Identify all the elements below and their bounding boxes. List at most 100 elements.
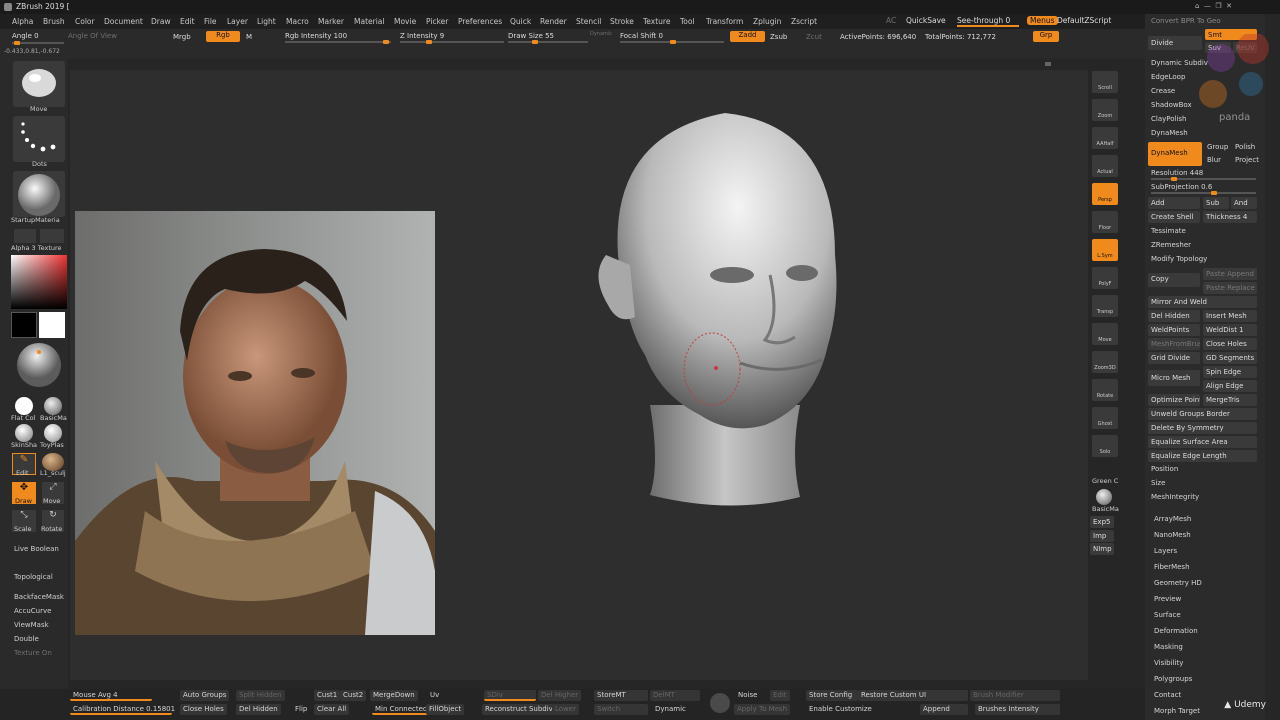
cust2-button[interactable]: Cust2 [340, 690, 367, 701]
del-hidden-bottom-button[interactable]: Del Hidden [236, 704, 281, 715]
calibration-distance-slider[interactable]: Calibration Distance 0.15801 [70, 704, 175, 715]
focal-shift-label[interactable]: Focal Shift 0 [620, 32, 663, 40]
ghost-button[interactable]: Ghost [1092, 407, 1118, 429]
weldpoints-button[interactable]: WeldPoints [1148, 324, 1200, 336]
menu-alpha[interactable]: Alpha [12, 17, 33, 26]
crease-header[interactable]: Crease [1151, 87, 1175, 95]
subpalette-polygroups[interactable]: Polygroups [1154, 675, 1192, 683]
angle-of-view-label[interactable]: Angle Of View [68, 32, 117, 40]
zsub-button[interactable]: Zsub [770, 33, 787, 41]
mrgb-button[interactable]: Mrgb [173, 33, 191, 41]
clear-all-button[interactable]: Clear All [314, 704, 350, 715]
append-button[interactable]: Append [920, 704, 968, 715]
angle-slider[interactable] [12, 41, 64, 45]
group-toggle[interactable]: Group [1207, 143, 1228, 151]
gd-segments-slider[interactable]: GD Segments [1203, 352, 1257, 364]
add-button[interactable]: Add [1148, 197, 1200, 209]
backface-mask-toggle[interactable]: BackfaceMask [14, 593, 64, 601]
menu-material[interactable]: Material [354, 17, 384, 26]
live-boolean-toggle[interactable]: Live Boolean [14, 545, 59, 553]
draw-size-label[interactable]: Draw Size 55 [508, 32, 554, 40]
menu-color[interactable]: Color [75, 17, 95, 26]
mirror-and-weld-button[interactable]: Mirror And Weld [1148, 296, 1257, 308]
menu-movie[interactable]: Movie [394, 17, 416, 26]
flat-color-material[interactable] [15, 397, 33, 415]
equalize-surface-area-button[interactable]: Equalize Surface Area [1148, 436, 1257, 448]
close-holes-button[interactable]: Close Holes [1203, 338, 1257, 350]
viewmask-toggle[interactable]: ViewMask [14, 621, 49, 629]
double-toggle[interactable]: Double [14, 635, 39, 643]
menu-preferences[interactable]: Preferences [458, 17, 502, 26]
dynamic-bottom-button[interactable]: Dynamic [652, 704, 689, 715]
reconstruct-subdiv-button[interactable]: Reconstruct Subdiv [482, 704, 556, 715]
divide-button[interactable]: Divide [1148, 36, 1202, 50]
lower-button[interactable]: Lower [552, 704, 579, 715]
subpalette-surface[interactable]: Surface [1154, 611, 1181, 619]
switch-button[interactable]: Switch [594, 704, 648, 715]
noise-button[interactable]: Noise [735, 690, 760, 701]
menu-marker[interactable]: Marker [318, 17, 344, 26]
menu-picker[interactable]: Picker [426, 17, 448, 26]
texture-thumbnail[interactable] [40, 229, 64, 243]
subpalette-masking[interactable]: Masking [1154, 643, 1183, 651]
align-edge-button[interactable]: Align Edge [1203, 380, 1257, 392]
dynamesh-button[interactable]: DynaMesh [1148, 142, 1202, 166]
floor-button[interactable]: Floor [1092, 211, 1118, 233]
menu-edit[interactable]: Edit [180, 17, 195, 26]
mergetris-button[interactable]: MergeTris [1203, 394, 1257, 406]
menu-render[interactable]: Render [540, 17, 567, 26]
menu-stroke[interactable]: Stroke [610, 17, 634, 26]
del-higher-button[interactable]: Del Higher [538, 690, 582, 701]
stroke-thumbnail[interactable] [13, 116, 65, 162]
color-picker[interactable] [11, 255, 67, 309]
enable-customize-button[interactable]: Enable Customize [806, 704, 875, 715]
see-through-slider[interactable]: See-through 0 [957, 16, 1019, 27]
convert-bpr-label[interactable]: Convert BPR To Geo [1151, 17, 1221, 25]
subpalette-fibermesh[interactable]: FiberMesh [1154, 563, 1190, 571]
rgb-intensity-label[interactable]: Rgb Intensity 100 [285, 32, 347, 40]
and-button[interactable]: And [1231, 197, 1257, 209]
persp-button[interactable]: Persp [1092, 183, 1118, 205]
imp-button[interactable]: Imp [1090, 530, 1114, 542]
subprojection-track[interactable] [1151, 191, 1256, 195]
angle-label[interactable]: Angle 0 [12, 32, 39, 40]
meshintegrity-header[interactable]: MeshIntegrity [1151, 493, 1199, 501]
claypolish-header[interactable]: ClayPolish [1151, 115, 1187, 123]
exp5-button[interactable]: Exp5 [1090, 516, 1114, 528]
noise-edit-button[interactable]: Edit [770, 690, 790, 701]
sdiv-slider[interactable]: SDiv [484, 690, 536, 701]
flip-button[interactable]: Flip [292, 704, 310, 715]
rgb-button[interactable]: Rgb [206, 31, 240, 42]
subprojection-slider[interactable]: SubProjection 0.6 [1151, 183, 1212, 191]
paste-replace-button[interactable]: Paste Replace [1203, 282, 1257, 294]
zoom3d-button[interactable]: Zoom3D [1092, 351, 1118, 373]
sub-button[interactable]: Sub [1203, 197, 1229, 209]
topological-toggle[interactable]: Topological [14, 573, 53, 581]
m-button[interactable]: M [246, 33, 252, 41]
resolution-track[interactable] [1151, 177, 1256, 181]
delmt-button[interactable]: DelMT [650, 690, 700, 701]
subpalette-contact[interactable]: Contact [1154, 691, 1181, 699]
draw-size-slider[interactable] [508, 40, 588, 44]
transp-top-button[interactable]: Transp [1092, 295, 1118, 317]
apply-to-mesh-button[interactable]: Apply To Mesh [734, 704, 791, 715]
subpalette-morph-target[interactable]: Morph Target [1154, 707, 1200, 715]
mouse-avg-slider[interactable]: Mouse Avg 4 [70, 690, 152, 701]
store-config-button[interactable]: Store Config [806, 690, 858, 701]
menu-texture[interactable]: Texture [643, 17, 670, 26]
matcap-preview[interactable] [12, 340, 66, 388]
blur-slider[interactable]: Blur [1207, 156, 1221, 164]
z-intensity-label[interactable]: Z Intensity 9 [400, 32, 444, 40]
subpalette-nanomesh[interactable]: NanoMesh [1154, 531, 1191, 539]
secondary-color-swatch[interactable] [39, 312, 65, 338]
zoom-button[interactable]: Zoom [1092, 99, 1118, 121]
dynamic-toggle[interactable]: Dynamic [590, 31, 612, 37]
spin-edge-button[interactable]: Spin Edge [1203, 366, 1257, 378]
mesh-from-brush-button[interactable]: MeshFromBrush [1148, 338, 1200, 350]
zadd-button[interactable]: Zadd [730, 31, 765, 42]
fillobject-button[interactable]: FillObject [426, 704, 465, 715]
polyf-button[interactable]: PolyF [1092, 267, 1118, 289]
edgeloop-header[interactable]: EdgeLoop [1151, 73, 1185, 81]
delete-by-symmetry-button[interactable]: Delete By Symmetry [1148, 422, 1257, 434]
rotate-view-button[interactable]: Rotate [1092, 379, 1118, 401]
